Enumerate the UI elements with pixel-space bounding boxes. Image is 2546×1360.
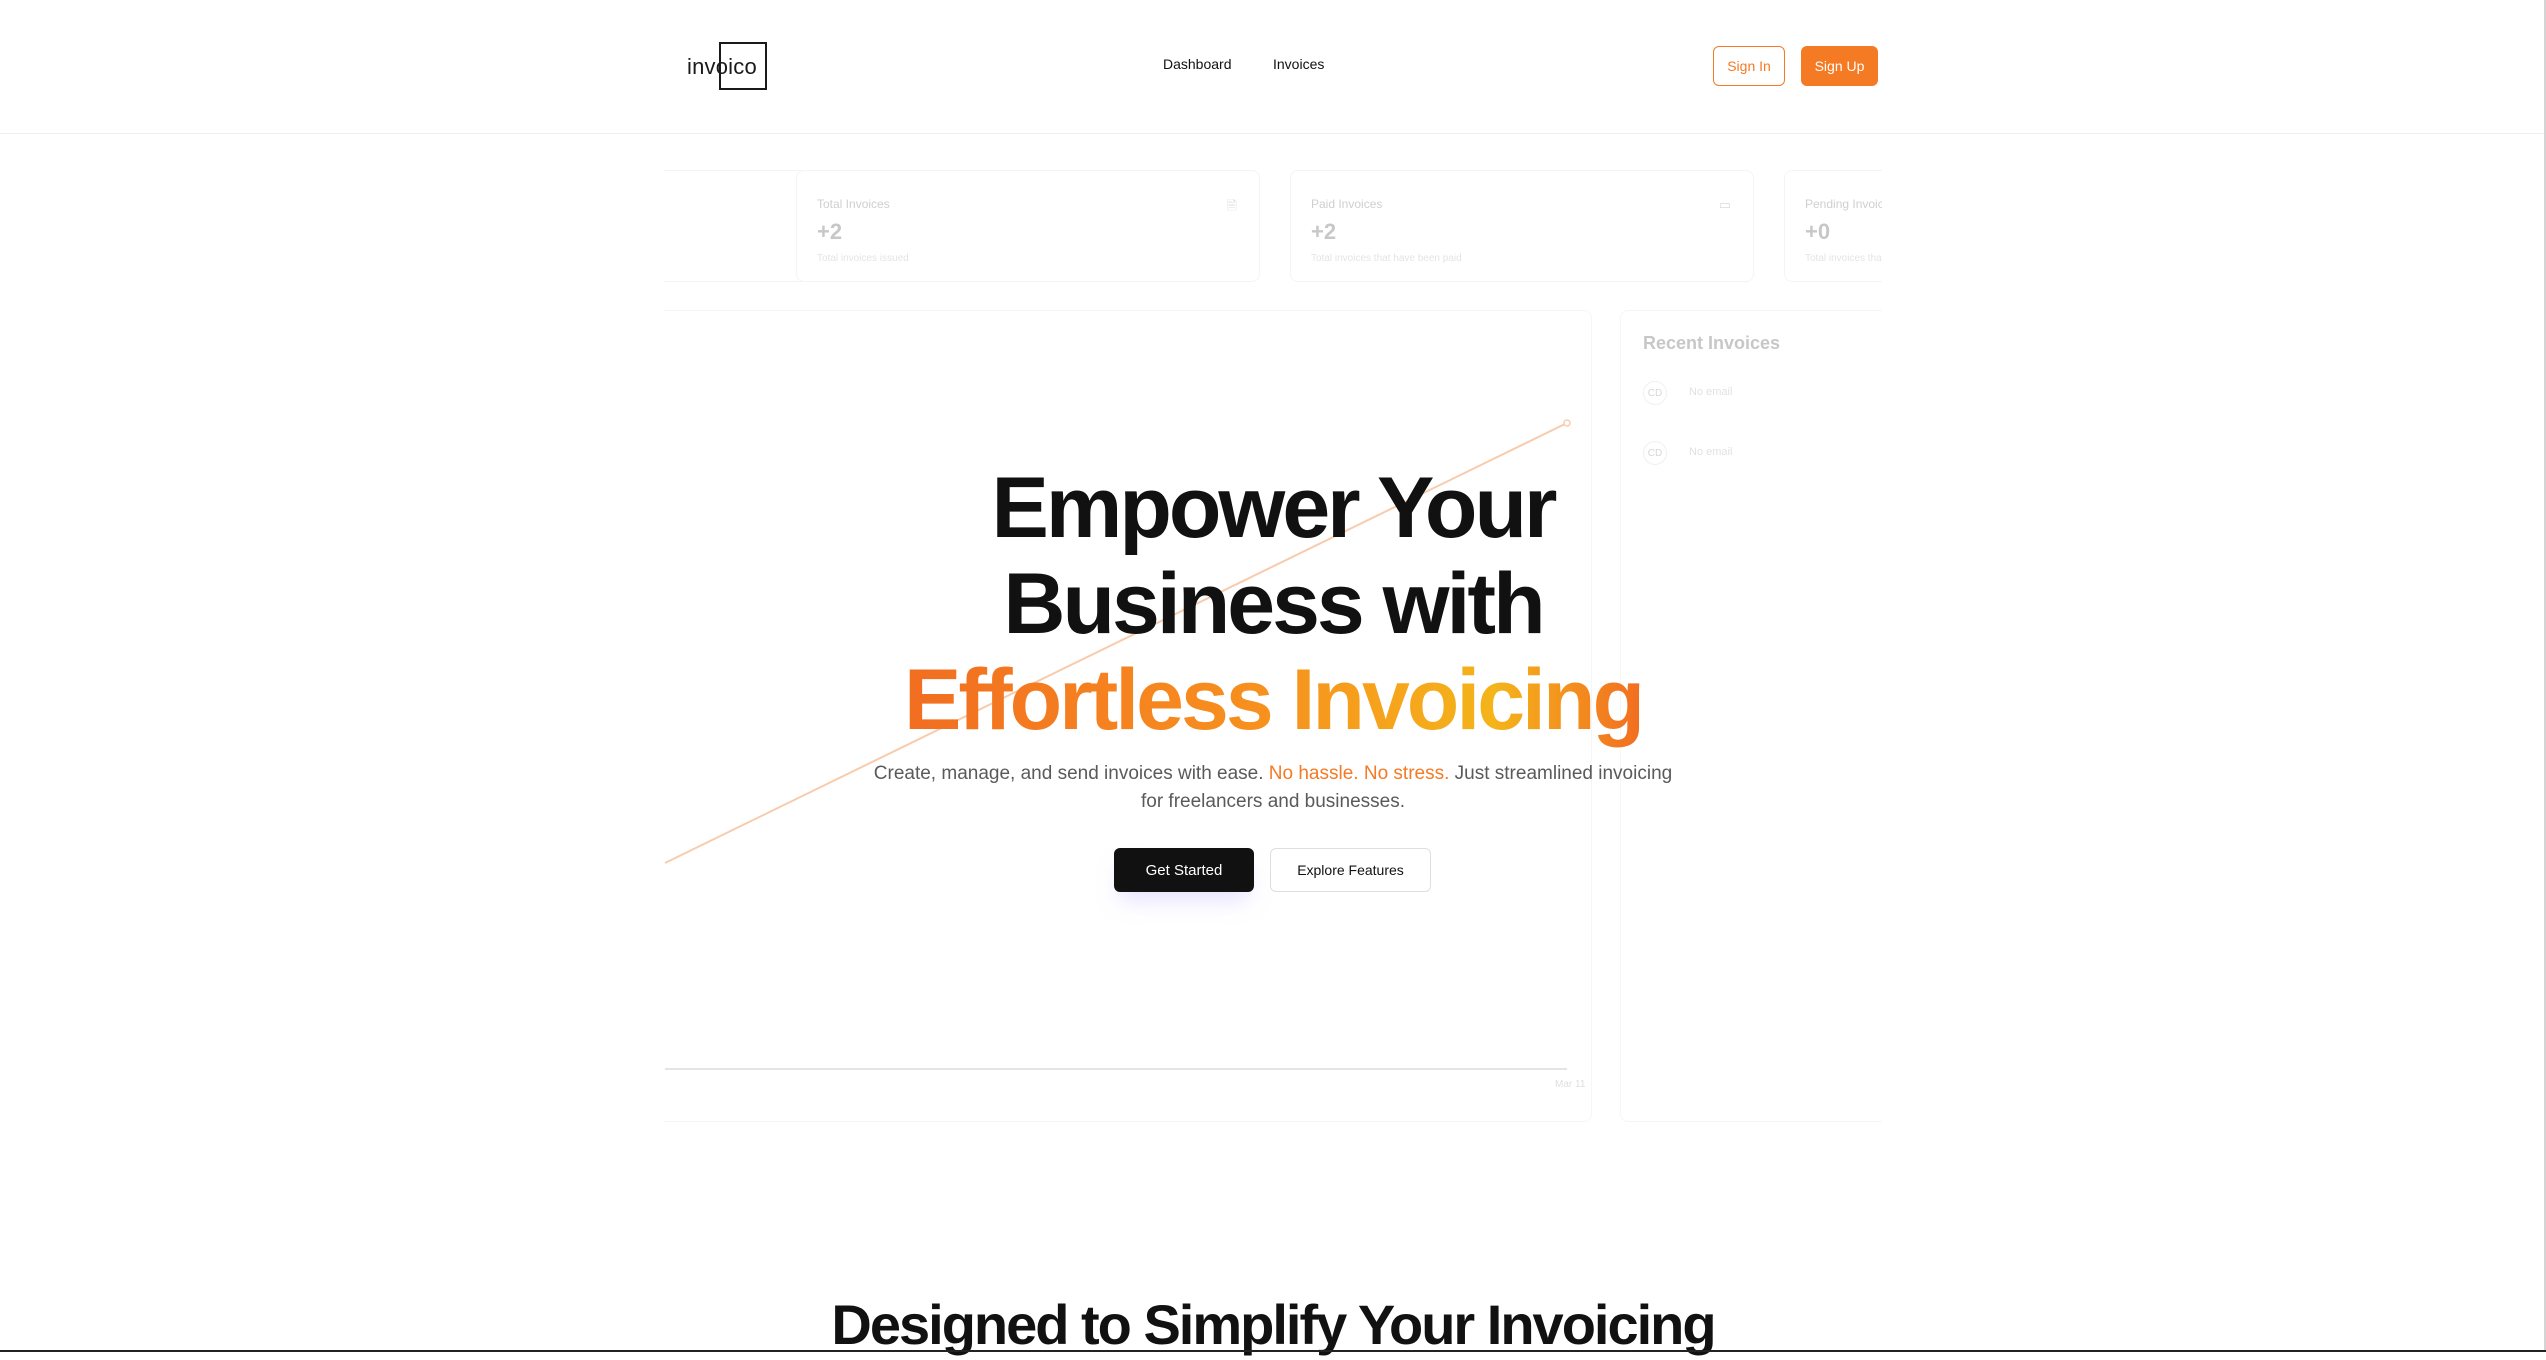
stat-card-subtext: Total invoices issued	[817, 253, 909, 264]
stat-card-label: Total Invoices	[817, 197, 890, 211]
avatar: CD	[1643, 381, 1667, 405]
recent-invoices-title: Recent Invoices	[1643, 333, 1781, 353]
hero-title-line-3: Effortless Invoicing	[0, 652, 2546, 748]
explore-features-button[interactable]: Explore Features	[1270, 848, 1431, 892]
hero-subtitle-accent: No hassle. No stress.	[1268, 763, 1450, 784]
nav-dashboard-link[interactable]: Dashboard	[1163, 56, 1232, 72]
stat-card-label: Pending Invoice	[1805, 197, 1882, 211]
recent-invoice-email: No email	[1689, 446, 1733, 458]
credit-card-icon: ▭	[1718, 197, 1731, 212]
stat-card-subtext: Total invoices that have been paid	[1311, 253, 1462, 264]
recent-invoice-email: No email	[1689, 386, 1733, 398]
stat-card-value: +0	[1805, 219, 1831, 244]
stat-card-pending-invoices: Pending Invoice +0 Total invoices tha	[1784, 170, 1882, 282]
invoico-logo[interactable]: invoico	[687, 42, 807, 92]
hero-subtitle: Create, manage, and send invoices with e…	[870, 760, 1676, 816]
sign-up-button[interactable]: Sign Up	[1801, 46, 1878, 86]
file-icon: 🗎	[1226, 198, 1237, 213]
chart-point	[1563, 419, 1571, 427]
nav-invoices-link[interactable]: Invoices	[1273, 56, 1324, 72]
chart-x-tick-label: Mar 11	[1555, 1079, 1586, 1090]
hero-title-line-2: Business with	[1003, 556, 1545, 652]
stat-card-total-invoices: Total Invoices +2 Total invoices issued …	[796, 170, 1260, 282]
get-started-button[interactable]: Get Started	[1114, 848, 1254, 892]
stat-card-value: +2	[1311, 219, 1337, 244]
stat-card-paid-invoices: Paid Invoices +2 Total invoices that hav…	[1290, 170, 1754, 282]
hero-subtitle-part-1: Create, manage, and send invoices with e…	[873, 763, 1264, 784]
sign-in-button[interactable]: Sign In	[1713, 46, 1785, 86]
hero-title-highlight: Effortless Invoicing	[903, 652, 1645, 748]
logo-text: invoico	[687, 54, 757, 79]
site-header: invoico Dashboard Invoices Sign In Sign …	[0, 0, 2546, 134]
hero-title-line-1: Empower Your	[991, 460, 1558, 556]
stat-card-value: +2	[817, 219, 843, 244]
stat-card-subtext: Total invoices tha	[1805, 253, 1882, 264]
stat-card-label: Paid Invoices	[1311, 197, 1383, 211]
